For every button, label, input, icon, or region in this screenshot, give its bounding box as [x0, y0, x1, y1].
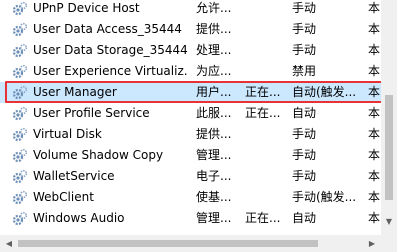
gear-icon: [12, 64, 28, 80]
service-row[interactable]: Windows Audio 管理... 正在... 自动 本: [0, 208, 397, 229]
gear-icon: [12, 190, 28, 206]
service-name: Windows Audio: [33, 211, 125, 225]
service-logon: 本: [368, 1, 380, 15]
service-startup-type: 手动(触发...: [292, 190, 357, 204]
service-name: User Experience Virtualiz...: [33, 64, 188, 78]
service-logon: 本: [368, 127, 380, 141]
service-description: 此服...: [196, 106, 232, 120]
gear-icon: [12, 148, 28, 164]
service-row[interactable]: User Data Storage_35444 处理... 手动 本: [0, 40, 397, 61]
service-name: UPnP Device Host: [33, 1, 140, 15]
service-status: 正在...: [245, 85, 281, 99]
service-logon: 本: [368, 22, 380, 36]
service-startup-type: 自动: [292, 106, 317, 120]
service-logon: 本: [368, 43, 380, 57]
service-name: Volume Shadow Copy: [33, 148, 164, 162]
service-name: WalletService: [33, 169, 115, 183]
service-logon: 本: [368, 106, 380, 120]
arrow-down-icon[interactable]: ▼: [381, 214, 397, 230]
service-description: 处理...: [196, 43, 232, 57]
service-name: User Manager: [33, 85, 117, 99]
service-startup-type: 手动: [292, 1, 317, 15]
service-name: Virtual Disk: [33, 127, 102, 141]
service-name: User Profile Service: [33, 106, 150, 120]
gear-icon: [12, 127, 28, 143]
service-name: User Data Storage_35444: [33, 43, 188, 57]
scrollbar-corner: [381, 235, 397, 252]
service-description: 使基...: [196, 190, 232, 204]
service-logon: 本: [368, 211, 380, 225]
service-row[interactable]: Virtual Disk 提供... 手动 本: [0, 124, 397, 145]
service-description: 提供...: [196, 22, 232, 36]
service-startup-type: 手动: [292, 43, 317, 57]
service-description: 电子...: [196, 169, 232, 183]
service-row[interactable]: UPnP Device Host 允许... 手动 本: [0, 0, 397, 19]
service-description: 允许...: [196, 1, 232, 15]
service-status: 正在...: [245, 106, 281, 120]
service-row[interactable]: Volume Shadow Copy 管理... 手动 本: [0, 145, 397, 166]
arrow-right-icon[interactable]: ▶: [364, 235, 380, 252]
service-startup-type: 手动: [292, 22, 317, 36]
gear-icon: [12, 22, 28, 38]
gear-icon: [12, 169, 28, 185]
service-startup-type: 禁用: [292, 64, 317, 78]
service-row[interactable]: User Experience Virtualiz... 为应... 禁用 本: [0, 61, 397, 82]
service-description: 为应...: [196, 64, 232, 78]
service-logon: 本: [368, 148, 380, 162]
gear-icon: [12, 43, 28, 59]
service-description: 管理...: [196, 211, 232, 225]
gear-icon: [12, 106, 28, 122]
service-logon: 本: [368, 85, 380, 99]
service-startup-type: 手动: [292, 169, 317, 183]
arrow-left-icon[interactable]: ◀: [1, 235, 17, 252]
service-startup-type: 手动: [292, 127, 317, 141]
services-list: UPnP Device Host 允许... 手动 本 User Data Ac…: [0, 0, 397, 229]
service-startup-type: 自动(触发...: [292, 85, 357, 99]
service-status: 正在...: [245, 211, 281, 225]
service-logon: 本: [368, 169, 380, 183]
service-logon: 本: [368, 64, 380, 78]
service-row-selected[interactable]: User Manager 用户... 正在... 自动(触发... 本: [0, 82, 397, 103]
service-description: 管理...: [196, 148, 232, 162]
service-logon: 本: [368, 190, 380, 204]
horizontal-scroll-thumb[interactable]: [18, 240, 318, 247]
service-name: User Data Access_35444: [33, 22, 182, 36]
service-row[interactable]: User Profile Service 此服... 正在... 自动 本: [0, 103, 397, 124]
service-description: 提供...: [196, 127, 232, 141]
vertical-scrollbar[interactable]: ▼: [381, 0, 397, 235]
service-description: 用户...: [196, 85, 232, 99]
service-row[interactable]: User Data Access_35444 提供... 手动 本: [0, 19, 397, 40]
service-startup-type: 自动: [292, 211, 317, 225]
gear-icon: [12, 85, 28, 101]
services-window: UPnP Device Host 允许... 手动 本 User Data Ac…: [0, 0, 397, 252]
gear-icon: [12, 211, 28, 227]
service-startup-type: 手动: [292, 148, 317, 162]
service-row[interactable]: WalletService 电子... 手动 本: [0, 166, 397, 187]
horizontal-scrollbar[interactable]: ◀ ▶: [0, 235, 381, 252]
vertical-scroll-thumb[interactable]: [385, 95, 393, 200]
service-row[interactable]: WebClient 使基... 手动(触发... 本: [0, 187, 397, 208]
gear-icon: [12, 1, 28, 17]
service-name: WebClient: [33, 190, 94, 204]
